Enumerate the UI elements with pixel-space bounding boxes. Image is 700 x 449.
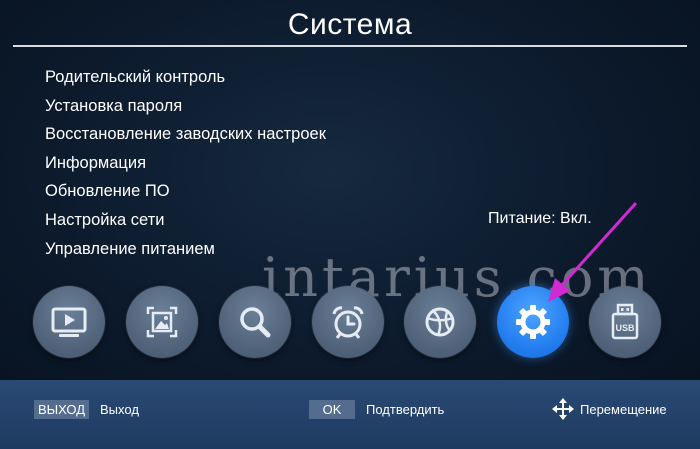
menu-item-factory-reset[interactable]: Восстановление заводских настроек [45,123,326,152]
menu-item-parental-control[interactable]: Родительский контроль [45,66,326,95]
globe-icon [425,307,455,337]
gear-icon [516,305,550,339]
move-label: Перемещение [580,402,667,417]
usb-icon-label: USB [615,323,635,333]
media-player-button[interactable] [33,286,105,358]
usb-icon: USB [611,303,639,340]
icon-bar: USB [0,286,700,358]
timer-button[interactable] [312,286,384,358]
move-arrows-icon [552,398,574,420]
menu-item-power-management[interactable]: Управление питанием [45,238,326,267]
ok-label: Подтвердить [366,402,445,417]
power-status: Питание: Вкл. [488,210,592,227]
pictures-button[interactable] [126,286,198,358]
system-menu: Родительский контроль Установка пароля В… [45,66,326,266]
page-title: Система [287,8,413,41]
picture-icon [146,306,178,338]
menu-item-information[interactable]: Информация [45,152,326,181]
menu-item-network-settings[interactable]: Настройка сети [45,209,326,238]
search-button[interactable] [219,286,291,358]
menu-item-password-setup[interactable]: Установка пароля [45,95,326,124]
exit-label: Выход [100,402,139,417]
system-settings-button[interactable] [497,286,569,358]
title-divider [13,45,687,47]
search-icon [240,307,271,338]
alarm-clock-icon [332,306,364,339]
internet-button[interactable] [404,286,476,358]
ok-key-badge[interactable]: OK [309,400,355,419]
menu-item-software-update[interactable]: Обновление ПО [45,180,326,209]
usb-button[interactable]: USB [589,286,661,358]
exit-key-badge[interactable]: ВЫХОД [34,400,90,419]
tv-icon [51,307,87,337]
